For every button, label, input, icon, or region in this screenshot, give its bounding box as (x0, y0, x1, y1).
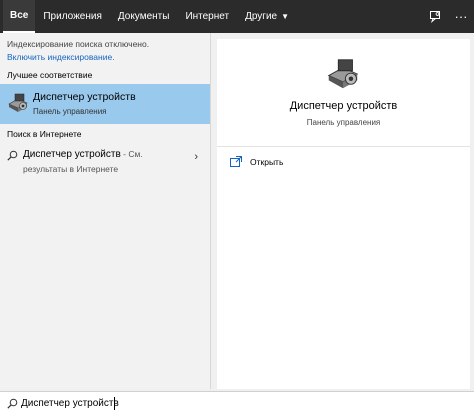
web-search-heading: Поиск в Интернете (7, 129, 82, 139)
search-icon (7, 150, 18, 161)
open-icon (230, 156, 242, 167)
search-icon (7, 398, 18, 409)
device-manager-icon (8, 93, 28, 112)
search-input[interactable] (21, 394, 461, 412)
indexing-notice: Индексирование поиска отключено. Включит… (7, 38, 149, 64)
tab-web-label: Интернет (185, 11, 230, 22)
feedback-icon[interactable] (422, 0, 448, 33)
tab-all-label: Все (10, 10, 29, 21)
tab-web[interactable]: Интернет (177, 0, 237, 33)
preview-subtitle: Панель управления (306, 118, 381, 127)
tab-more-label: Другие (245, 11, 278, 22)
web-result-suffix: - См. (120, 149, 143, 159)
device-manager-large-icon (327, 59, 359, 89)
tab-more[interactable]: Другие ▼ (237, 0, 297, 33)
web-result-line1: Диспетчер устройств - См. (23, 149, 143, 160)
text-caret (114, 397, 115, 410)
tab-apps[interactable]: Приложения (35, 0, 110, 33)
web-result-line2: результаты в Интернете (23, 164, 119, 174)
open-button[interactable]: Открыть (230, 156, 283, 167)
chevron-down-icon: ▼ (281, 12, 290, 21)
enable-indexing-link[interactable]: Включить индексирование. (7, 51, 149, 64)
web-search-result[interactable]: Диспетчер устройств - См. результаты в И… (0, 145, 210, 179)
tab-documents-label: Документы (117, 11, 170, 22)
best-match-subtitle: Панель управления (33, 107, 107, 116)
preview-divider (217, 146, 470, 147)
open-label: Открыть (250, 156, 284, 167)
preview-title: Диспетчер устройств (289, 100, 398, 112)
best-match-title: Диспетчер устройств (33, 91, 136, 103)
tab-apps-label: Приложения (43, 11, 102, 22)
indexing-notice-text: Индексирование поиска отключено. (7, 39, 150, 49)
search-box[interactable] (0, 391, 474, 414)
preview-pane: Диспетчер устройств Панель управления От… (217, 39, 470, 389)
best-match-heading: Лучшее соответствие (7, 70, 93, 80)
best-match-item[interactable]: Диспетчер устройств Панель управления (0, 84, 210, 124)
chevron-right-icon[interactable]: › (194, 151, 198, 163)
tab-documents[interactable]: Документы (110, 0, 178, 33)
tab-all[interactable]: Все (3, 0, 36, 33)
results-pane: Индексирование поиска отключено. Включит… (0, 33, 211, 389)
more-options-icon[interactable]: ··· (448, 0, 474, 33)
web-result-query: Диспетчер устройств (23, 149, 121, 160)
search-tabs-bar: Все Приложения Документы Интернет Другие… (0, 0, 474, 33)
